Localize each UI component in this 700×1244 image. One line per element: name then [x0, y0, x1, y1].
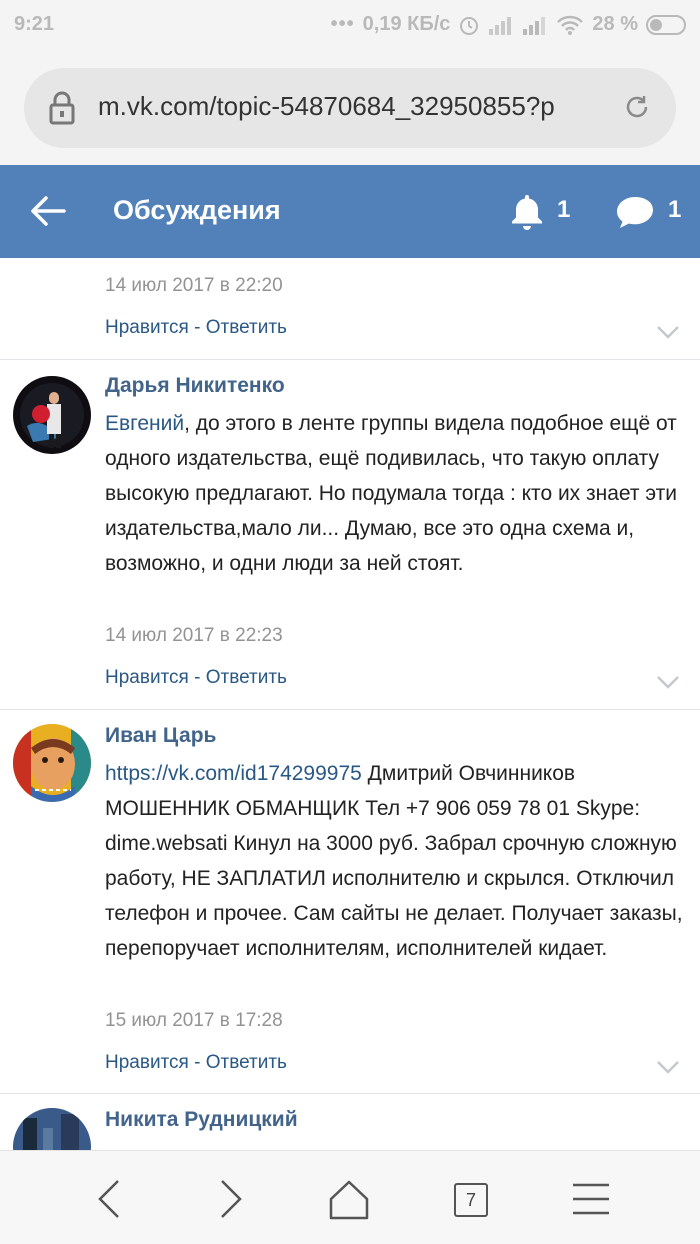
battery-percent: 28 %	[592, 13, 638, 35]
comment-author[interactable]: Никита Рудницкий	[105, 1108, 298, 1132]
page-title: Обсуждения	[113, 195, 281, 225]
comment-date: 15 июл 2017 в 17:28	[105, 1010, 283, 1031]
comment-actions: Нравится - Ответить	[105, 667, 287, 689]
alarm-icon	[460, 16, 479, 35]
status-bar: 9:21 ••• 0,19 КБ/с 28 %	[0, 0, 700, 52]
comment-actions: Нравится - Ответить	[105, 317, 287, 339]
comment-text: https://vk.com/id174299975 Дмитрий Овчин…	[105, 756, 685, 966]
reply-link[interactable]: Ответить	[206, 317, 287, 338]
signal-icon-2	[523, 16, 546, 35]
comment-item: Никита Рудницкий	[0, 1094, 700, 1150]
actions-separator: -	[188, 1052, 206, 1073]
status-icons: ••• 0,19 КБ/с 28 %	[331, 13, 688, 36]
network-speed: 0,19 КБ/с	[362, 13, 451, 35]
reply-link[interactable]: Ответить	[206, 667, 287, 688]
like-link[interactable]: Нравится	[105, 317, 189, 338]
comment-author[interactable]: Дарья Никитенко	[105, 374, 285, 398]
notification-dots: •••	[330, 13, 355, 35]
mention-link[interactable]: Евгений	[105, 412, 184, 435]
avatar[interactable]	[13, 1108, 91, 1150]
app-header: Обсуждения 1 1	[0, 165, 700, 258]
comment-item: 14 июл 2017 в 22:20 Нравится - Ответить	[0, 258, 700, 360]
comments-feed[interactable]: 14 июл 2017 в 22:20 Нравится - Ответить …	[0, 258, 700, 1150]
bell-icon[interactable]	[508, 192, 546, 232]
url-text[interactable]: m.vk.com/topic-54870684_32950855?p	[98, 91, 602, 122]
avatar-image	[13, 376, 91, 454]
chevron-down-icon[interactable]	[656, 325, 680, 339]
battery-icon	[646, 14, 686, 35]
actions-separator: -	[188, 667, 206, 688]
avatar[interactable]	[13, 376, 91, 454]
profile-link[interactable]: https://vk.com/id174299975	[105, 762, 362, 785]
like-link[interactable]: Нравится	[105, 667, 189, 688]
comment-item: Дарья Никитенко Евгений, до этого в лент…	[0, 360, 700, 710]
reply-link[interactable]: Ответить	[206, 1052, 287, 1073]
browser-toolbar: m.vk.com/topic-54870684_32950855?p	[0, 52, 700, 165]
address-bar[interactable]: m.vk.com/topic-54870684_32950855?p	[24, 68, 676, 148]
forward-nav-icon[interactable]	[208, 1177, 252, 1221]
wifi-icon	[557, 15, 584, 35]
menu-icon[interactable]	[569, 1177, 613, 1221]
messages-count[interactable]: 1	[668, 196, 681, 224]
reload-icon[interactable]	[622, 92, 652, 122]
status-time: 9:21	[14, 13, 55, 35]
comment-date: 14 июл 2017 в 22:20	[105, 275, 283, 296]
chevron-down-icon[interactable]	[656, 1060, 680, 1074]
comment-body: , до этого в ленте группы видела подобно…	[105, 412, 677, 575]
avatar-image	[13, 1108, 91, 1150]
actions-separator: -	[188, 317, 206, 338]
back-nav-icon[interactable]	[88, 1177, 132, 1221]
comment-item: Иван Царь https://vk.com/id174299975 Дми…	[0, 710, 700, 1094]
tabs-button[interactable]: 7	[448, 1177, 492, 1221]
browser-bottom-nav: 7	[0, 1150, 700, 1244]
chat-bubble-icon[interactable]	[615, 194, 655, 230]
comment-body: Дмитрий Овчинников МОШЕННИК ОБМАНЩИК Тел…	[105, 762, 683, 960]
tabs-count: 7	[454, 1183, 488, 1217]
comment-actions: Нравится - Ответить	[105, 1052, 287, 1074]
comment-date: 14 июл 2017 в 22:23	[105, 625, 283, 646]
notifications-count[interactable]: 1	[557, 196, 570, 224]
avatar[interactable]	[13, 724, 91, 802]
lock-icon	[49, 91, 75, 125]
arrow-left-icon[interactable]	[28, 193, 68, 229]
chevron-down-icon[interactable]	[656, 675, 680, 689]
home-icon[interactable]	[327, 1177, 371, 1221]
comment-author[interactable]: Иван Царь	[105, 724, 216, 748]
comment-text: Евгений, до этого в ленте группы видела …	[105, 406, 685, 581]
signal-icon	[489, 16, 512, 35]
avatar-image	[13, 724, 91, 802]
like-link[interactable]: Нравится	[105, 1052, 189, 1073]
